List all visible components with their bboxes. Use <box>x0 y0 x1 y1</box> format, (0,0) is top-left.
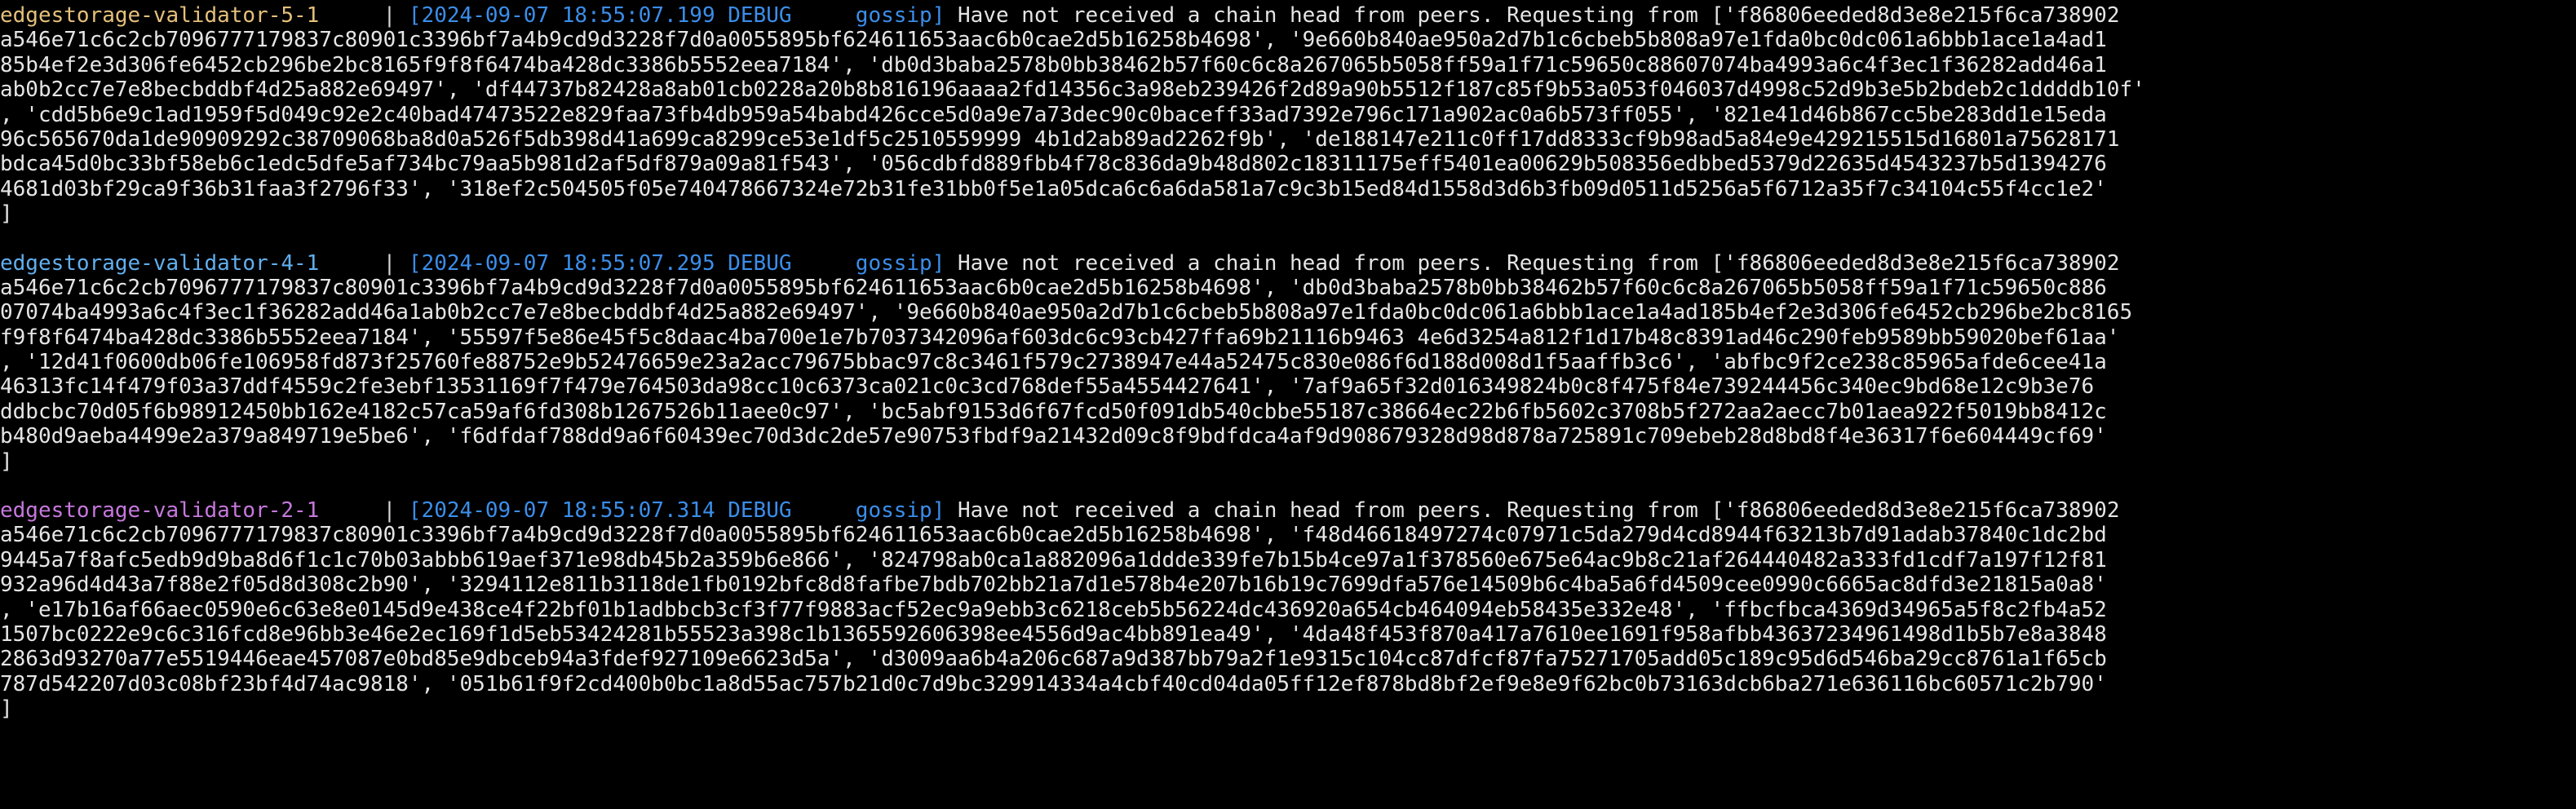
log-continuation-line: ddbcbc70d05f6b98912450bb162e4182c57ca59a… <box>0 399 2107 424</box>
log-continuation-line: 9445a7f8afc5edb9d9ba8d6f1c1c70b03abbb619… <box>0 547 2107 572</box>
log-entry: edgestorage-validator-2-1 | [2024-09-07 … <box>0 498 2576 722</box>
log-entry: edgestorage-validator-5-1 | [2024-09-07 … <box>0 3 2576 227</box>
log-continuation-line: 96c565670da1de90909292c38709068ba8d0a526… <box>0 126 2120 152</box>
log-continuation-line: 1507bc0222e9c6c316fcd8e96bb3e46e2ec169f1… <box>0 621 2107 647</box>
log-continuation-line: a546e71c6c2cb7096777179837c80901c3396bf7… <box>0 275 2107 300</box>
timestamp-level-module: [2024-09-07 18:55:07.199 DEBUG gossip] <box>408 3 945 28</box>
log-continuation-line: , 'cdd5b6e9c1ad1959f5d049c92e2c40bad4747… <box>0 102 2107 127</box>
log-continuation-line: 2863d93270a77e5519446eae457087e0bd85e9db… <box>0 647 2107 672</box>
timestamp-level-module: [2024-09-07 18:55:07.295 DEBUG gossip] <box>408 250 945 276</box>
log-continuation-line: 07074ba4993a6c4f3ec1f36282add46a1ab0b2cc… <box>0 300 2133 325</box>
log-continuation-line: 46313fc14f479f03a37ddf4559c2fe3ebf135311… <box>0 374 2095 400</box>
service-name: edgestorage-validator-4-1 <box>0 250 320 276</box>
log-continuation-line: 4681d03bf29ca9f36b31faa3f2796f33', '318e… <box>0 176 2107 201</box>
log-continuation-line: , 'e17b16af66aec0590e6c63e8e0145d9e438ce… <box>0 597 2107 622</box>
log-continuation-line: a546e71c6c2cb7096777179837c80901c3396bf7… <box>0 28 2107 53</box>
log-continuation-line: ] <box>0 696 13 722</box>
service-name: edgestorage-validator-5-1 <box>0 3 320 28</box>
log-message: Have not received a chain head from peer… <box>945 498 2120 524</box>
log-continuation-line: 787d542207d03c08bf23bf4d74ac9818', '051b… <box>0 671 2107 696</box>
column-separator: | <box>319 250 409 276</box>
log-continuation-line: a546e71c6c2cb7096777179837c80901c3396bf7… <box>0 523 2107 548</box>
log-header-line: edgestorage-validator-4-1 | [2024-09-07 … <box>0 251 2576 276</box>
column-separator: | <box>319 3 409 28</box>
column-separator: | <box>319 498 409 524</box>
log-continuation-line: ab0b2cc7e7e8becbddbf4d25a882e69497', 'df… <box>0 77 2145 103</box>
terminal-window[interactable]: edgestorage-validator-5-1 | [2024-09-07 … <box>0 0 2576 809</box>
log-header-line: edgestorage-validator-5-1 | [2024-09-07 … <box>0 3 2576 28</box>
log-continuation-line: 85b4ef2e3d306fe6452cb296be2bc8165f9f8f64… <box>0 52 2107 77</box>
log-continuation-line: bdca45d0bc33bf58eb6c1edc5dfe5af734bc79aa… <box>0 152 2107 177</box>
timestamp-level-module: [2024-09-07 18:55:07.314 DEBUG gossip] <box>408 498 945 524</box>
log-header-line: edgestorage-validator-2-1 | [2024-09-07 … <box>0 498 2576 523</box>
log-continuation-line: 932a96d4d43a7f88e2f05d8d308c2b90', '3294… <box>0 572 2107 598</box>
log-continuation-line: , '12d41f0600db06fe106958fd873f25760fe88… <box>0 350 2107 375</box>
service-name: edgestorage-validator-2-1 <box>0 498 320 524</box>
log-continuation-line: f9f8f6474ba428dc3386b5552eea7184', '5559… <box>0 325 2120 350</box>
log-message: Have not received a chain head from peer… <box>945 3 2120 28</box>
log-continuation-line: b480d9aeba4499e2a379a849719e5be6', 'f6df… <box>0 424 2107 449</box>
log-message: Have not received a chain head from peer… <box>945 250 2120 276</box>
log-continuation-line: ] <box>0 449 13 474</box>
log-continuation-line: ] <box>0 201 13 227</box>
log-entry: edgestorage-validator-4-1 | [2024-09-07 … <box>0 251 2576 475</box>
